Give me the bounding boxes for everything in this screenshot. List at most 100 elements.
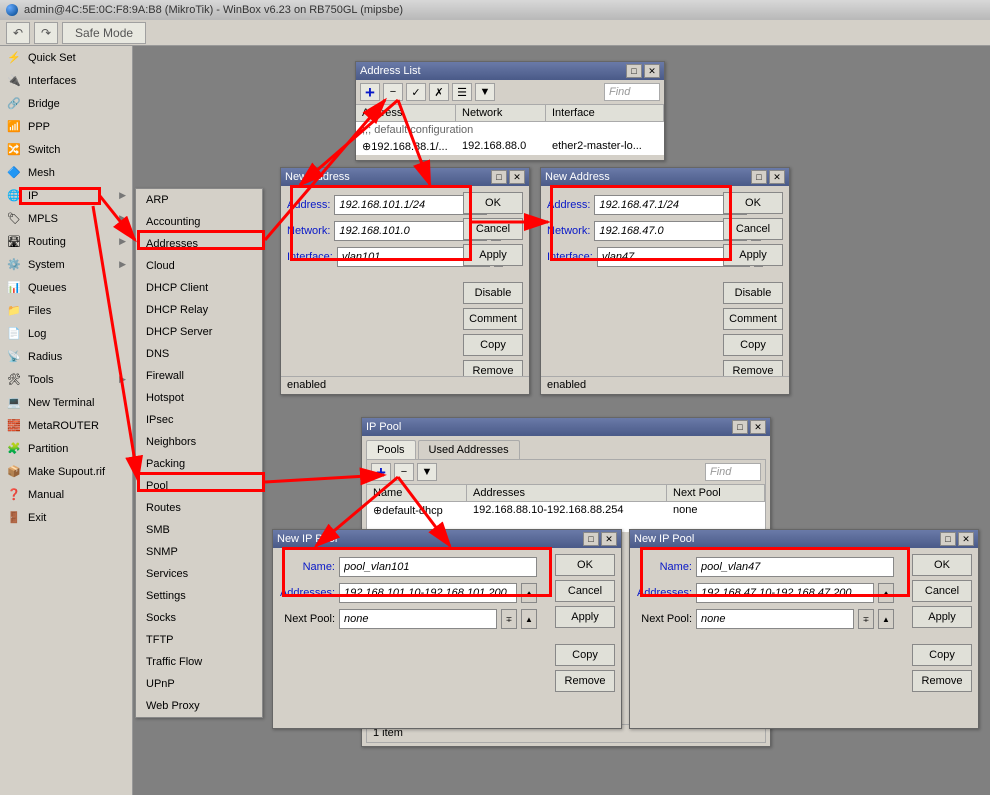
- pool-addresses-input[interactable]: [339, 583, 517, 603]
- submenu-item-traffic-flow[interactable]: Traffic Flow: [136, 651, 262, 673]
- sidebar-item-exit[interactable]: 🚪Exit: [0, 506, 132, 529]
- submenu-item-arp[interactable]: ARP: [136, 189, 262, 211]
- dropdown-icon[interactable]: ▲: [878, 609, 894, 629]
- submenu-item-pool[interactable]: Pool: [136, 475, 262, 497]
- sidebar-item-mpls[interactable]: 🏷MPLS▶: [0, 207, 132, 230]
- minimize-icon[interactable]: □: [583, 532, 599, 546]
- submenu-item-snmp[interactable]: SNMP: [136, 541, 262, 563]
- cancel-button[interactable]: Cancel: [463, 218, 523, 240]
- disable-button[interactable]: Disable: [723, 282, 783, 304]
- cancel-button[interactable]: Cancel: [555, 580, 615, 602]
- tab-pools[interactable]: Pools: [366, 440, 416, 459]
- submenu-item-smb[interactable]: SMB: [136, 519, 262, 541]
- sidebar-item-tools[interactable]: 🛠Tools▶: [0, 368, 132, 391]
- dropdown-icon[interactable]: ♦: [521, 583, 537, 603]
- submenu-item-routes[interactable]: Routes: [136, 497, 262, 519]
- submenu-item-settings[interactable]: Settings: [136, 585, 262, 607]
- minimize-icon[interactable]: □: [626, 64, 642, 78]
- new-ip-pool-1-title[interactable]: New IP Pool □ ✕: [273, 530, 621, 548]
- comment-button[interactable]: Comment: [463, 308, 523, 330]
- cancel-button[interactable]: Cancel: [723, 218, 783, 240]
- submenu-item-cloud[interactable]: Cloud: [136, 255, 262, 277]
- copy-button[interactable]: Copy: [912, 644, 972, 666]
- submenu-item-dhcp-client[interactable]: DHCP Client: [136, 277, 262, 299]
- submenu-item-accounting[interactable]: Accounting: [136, 211, 262, 233]
- sidebar-item-quick-set[interactable]: ⚡Quick Set: [0, 46, 132, 69]
- remove-button[interactable]: −: [383, 83, 403, 101]
- copy-button[interactable]: Copy: [463, 334, 523, 356]
- ok-button[interactable]: OK: [723, 192, 783, 214]
- apply-button[interactable]: Apply: [463, 244, 523, 266]
- pool-next-input[interactable]: [339, 609, 497, 629]
- table-row[interactable]: ⊕default-dhcp 192.168.88.10-192.168.88.2…: [367, 502, 765, 519]
- add-button[interactable]: +: [360, 83, 380, 101]
- pool-name-input[interactable]: [696, 557, 894, 577]
- find-input[interactable]: Find: [705, 463, 761, 481]
- minimize-icon[interactable]: □: [732, 420, 748, 434]
- submenu-item-packing[interactable]: Packing: [136, 453, 262, 475]
- pool-name-input[interactable]: [339, 557, 537, 577]
- submenu-item-dns[interactable]: DNS: [136, 343, 262, 365]
- submenu-item-socks[interactable]: Socks: [136, 607, 262, 629]
- enable-button[interactable]: ✓: [406, 83, 426, 101]
- pool-addresses-input[interactable]: [696, 583, 874, 603]
- submenu-item-firewall[interactable]: Firewall: [136, 365, 262, 387]
- sidebar-item-make-supout.rif[interactable]: 📦Make Supout.rif: [0, 460, 132, 483]
- close-icon[interactable]: ✕: [509, 170, 525, 184]
- comment-button[interactable]: ☰: [452, 83, 472, 101]
- pool-next-input[interactable]: [696, 609, 854, 629]
- submenu-item-dhcp-server[interactable]: DHCP Server: [136, 321, 262, 343]
- sidebar-item-interfaces[interactable]: 🔌Interfaces: [0, 69, 132, 92]
- find-input[interactable]: Find: [604, 83, 660, 101]
- safemode-button[interactable]: Safe Mode: [62, 22, 146, 44]
- sidebar-item-files[interactable]: 📁Files: [0, 299, 132, 322]
- ip-pool-title[interactable]: IP Pool □ ✕: [362, 418, 770, 436]
- close-icon[interactable]: ✕: [750, 420, 766, 434]
- ok-button[interactable]: OK: [912, 554, 972, 576]
- remove-button[interactable]: Remove: [912, 670, 972, 692]
- dropdown-icon[interactable]: ∓: [501, 609, 517, 629]
- submenu-item-upnp[interactable]: UPnP: [136, 673, 262, 695]
- apply-button[interactable]: Apply: [912, 606, 972, 628]
- submenu-item-tftp[interactable]: TFTP: [136, 629, 262, 651]
- sidebar-item-new-terminal[interactable]: 💻New Terminal: [0, 391, 132, 414]
- sidebar-item-ppp[interactable]: 📶PPP: [0, 115, 132, 138]
- disable-button[interactable]: Disable: [463, 282, 523, 304]
- add-button[interactable]: +: [371, 463, 391, 481]
- close-icon[interactable]: ✕: [769, 170, 785, 184]
- close-icon[interactable]: ✕: [958, 532, 974, 546]
- close-icon[interactable]: ✕: [644, 64, 660, 78]
- ok-button[interactable]: OK: [463, 192, 523, 214]
- sidebar-item-system[interactable]: ⚙️System▶: [0, 253, 132, 276]
- window-title-address-list[interactable]: Address List □ ✕: [356, 62, 664, 80]
- minimize-icon[interactable]: □: [491, 170, 507, 184]
- minimize-icon[interactable]: □: [940, 532, 956, 546]
- new-address-2-title[interactable]: New Address □ ✕: [541, 168, 789, 186]
- sidebar-item-ip[interactable]: 🌐IP▶: [0, 184, 132, 207]
- sidebar-item-radius[interactable]: 📡Radius: [0, 345, 132, 368]
- copy-button[interactable]: Copy: [723, 334, 783, 356]
- sidebar-item-log[interactable]: 📄Log: [0, 322, 132, 345]
- sidebar-item-routing[interactable]: 🛣Routing▶: [0, 230, 132, 253]
- sidebar-item-queues[interactable]: 📊Queues: [0, 276, 132, 299]
- sidebar-item-bridge[interactable]: 🔗Bridge: [0, 92, 132, 115]
- submenu-item-hotspot[interactable]: Hotspot: [136, 387, 262, 409]
- dropdown-icon[interactable]: ▲: [521, 609, 537, 629]
- submenu-item-ipsec[interactable]: IPsec: [136, 409, 262, 431]
- submenu-item-dhcp-relay[interactable]: DHCP Relay: [136, 299, 262, 321]
- sidebar-item-mesh[interactable]: 🔷Mesh: [0, 161, 132, 184]
- apply-button[interactable]: Apply: [723, 244, 783, 266]
- submenu-item-services[interactable]: Services: [136, 563, 262, 585]
- remove-button[interactable]: Remove: [555, 670, 615, 692]
- ok-button[interactable]: OK: [555, 554, 615, 576]
- close-icon[interactable]: ✕: [601, 532, 617, 546]
- new-address-1-title[interactable]: New Address □ ✕: [281, 168, 529, 186]
- sidebar-item-switch[interactable]: 🔀Switch: [0, 138, 132, 161]
- new-ip-pool-2-title[interactable]: New IP Pool □ ✕: [630, 530, 978, 548]
- redo-button[interactable]: ↷: [34, 22, 58, 44]
- tab-used-addresses[interactable]: Used Addresses: [418, 440, 520, 459]
- submenu-item-neighbors[interactable]: Neighbors: [136, 431, 262, 453]
- undo-button[interactable]: ↶: [6, 22, 30, 44]
- sidebar-item-metarouter[interactable]: 🧱MetaROUTER: [0, 414, 132, 437]
- dropdown-icon[interactable]: ♦: [878, 583, 894, 603]
